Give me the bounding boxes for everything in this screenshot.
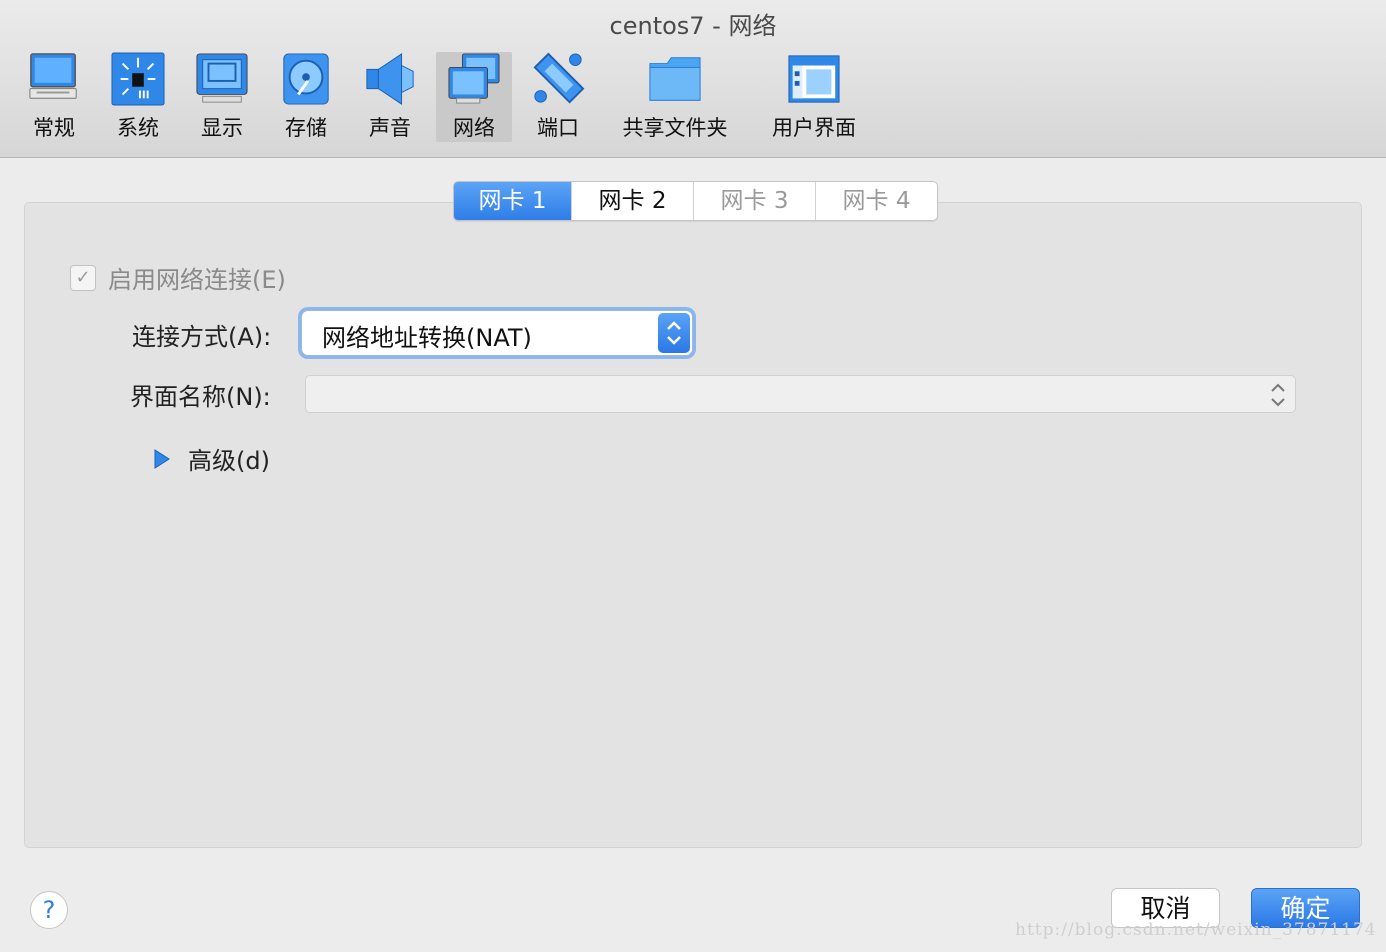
disclosure-triangle-icon [154, 448, 170, 469]
speaker-icon [366, 53, 414, 105]
adapter-tabs: 网卡 1 网卡 2 网卡 3 网卡 4 [453, 181, 938, 221]
enable-network-row: ✓ 启用网络连接(E) [70, 260, 286, 295]
toolbar-label-general: 常规 [33, 116, 75, 140]
tab-adapter-4[interactable]: 网卡 4 [815, 182, 937, 220]
monitor-computer-icon [29, 53, 77, 99]
toolbar-label-shared-folders: 共享文件夹 [622, 116, 728, 140]
network-icon [448, 53, 500, 104]
toolbar-item-ports[interactable]: 端口 [528, 52, 588, 142]
tab-adapter-2[interactable]: 网卡 2 [571, 182, 693, 220]
interface-name-select[interactable] [305, 375, 1296, 413]
window-title: centos7 - 网络 [609, 12, 777, 40]
checkmark-icon: ✓ [75, 267, 91, 288]
toolbar-item-audio[interactable]: 声音 [362, 52, 418, 142]
serial-port-icon [533, 52, 585, 104]
toolbar-item-network[interactable]: 网络 [436, 52, 512, 142]
toolbar-item-shared-folders[interactable]: 共享文件夹 [620, 52, 730, 142]
toolbar-item-general[interactable]: 常规 [26, 52, 82, 142]
enable-network-label: 启用网络连接(E) [108, 266, 286, 294]
folder-icon [649, 57, 701, 101]
toolbar-label-display: 显示 [201, 116, 243, 140]
watermark-text: http://blog.csdn.net/weixin_37871174 [1015, 920, 1377, 940]
attach-type-stepper[interactable] [658, 313, 690, 353]
toolbar-item-storage[interactable]: 存储 [278, 52, 334, 142]
display-icon [196, 53, 248, 103]
advanced-label: 高级(d) [188, 447, 270, 475]
toolbar-label-user-interface: 用户界面 [772, 116, 856, 140]
toolbar-label-network: 网络 [453, 116, 495, 140]
toolbar-item-system[interactable]: 系统 [110, 52, 166, 142]
enable-network-checkbox[interactable]: ✓ [70, 264, 96, 291]
updown-chevron-icon [1271, 383, 1285, 407]
toolbar-label-ports: 端口 [537, 116, 579, 140]
advanced-disclosure[interactable]: 高级(d) [152, 441, 270, 476]
toolbar-label-system: 系统 [117, 116, 159, 140]
disk-icon [283, 53, 329, 105]
attach-type-select[interactable]: 网络地址转换(NAT) [301, 310, 693, 356]
network-settings-panel [24, 202, 1362, 848]
toolbar-item-user-interface[interactable]: 用户界面 [768, 52, 860, 142]
chip-icon [111, 52, 165, 106]
toolbar-label-audio: 声音 [369, 116, 411, 140]
updown-chevron-icon [667, 321, 681, 345]
tab-adapter-1[interactable]: 网卡 1 [454, 182, 571, 220]
tab-adapter-3[interactable]: 网卡 3 [693, 182, 815, 220]
attach-type-value: 网络地址转换(NAT) [322, 324, 532, 352]
interface-name-label: 界面名称(N): [130, 383, 271, 411]
window-layout-icon [788, 55, 840, 103]
attach-type-label: 连接方式(A): [132, 323, 272, 351]
help-button[interactable]: ? [30, 891, 68, 929]
toolbar: centos7 - 网络 常规 系统 显示 存储 声音 网络 端口 共享文件夹 … [0, 0, 1386, 158]
toolbar-label-storage: 存储 [285, 116, 327, 140]
toolbar-item-display[interactable]: 显示 [194, 52, 250, 142]
